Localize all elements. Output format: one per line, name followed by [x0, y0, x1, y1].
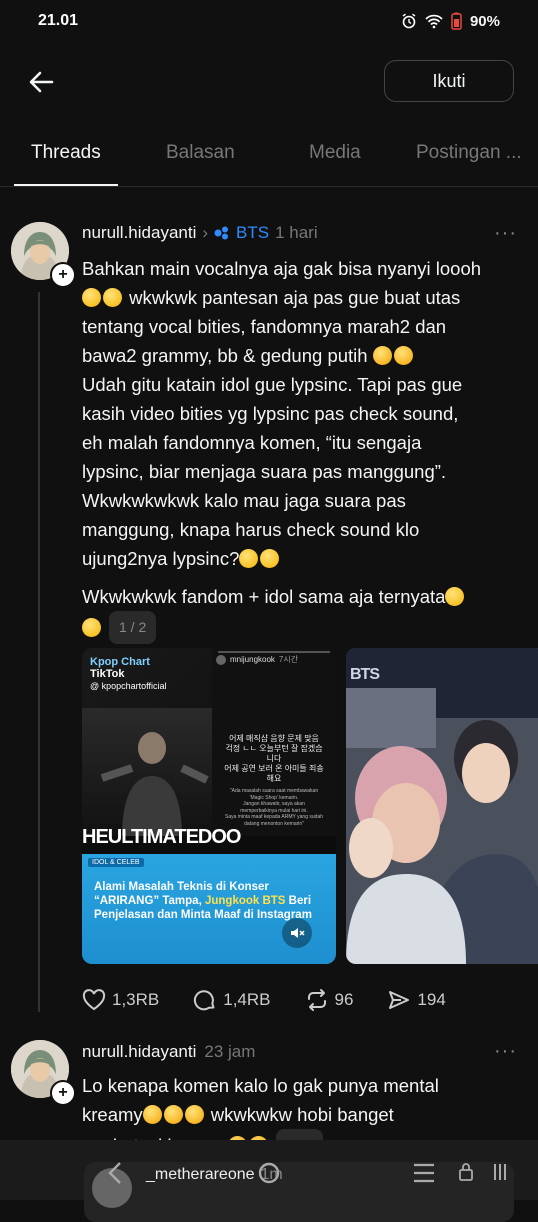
post-header: nurull.hidayanti 23 jam — [82, 1042, 255, 1062]
post-line: Udah gitu katain idol gue lypsinc. Tapi … — [82, 374, 463, 395]
post-line: lypsinc, biar menjaga suara pas manggung… — [82, 461, 447, 482]
post-actions: 1,3RB 1,4RB 96 194 — [82, 988, 446, 1012]
battery-icon — [451, 12, 462, 30]
ig-avatar-icon — [216, 654, 226, 665]
post-username[interactable]: nurull.hidayanti — [82, 1042, 196, 1062]
chevron-right-icon: › — [202, 223, 209, 242]
back-button[interactable] — [26, 66, 58, 98]
post-line: kreamy wkwkwkw hobi banget — [82, 1104, 394, 1125]
tab-threads[interactable]: Threads — [31, 142, 101, 164]
reply-button[interactable]: 1,4RB — [193, 988, 271, 1012]
post-line: Wkwkwkwkwk kalo mau jaga suara pas — [82, 490, 406, 511]
comment-icon — [194, 990, 215, 1011]
news-banner: IDOL & CELEB Alami Masalah Teknis di Kon… — [82, 854, 336, 964]
post-time: 23 jam — [204, 1042, 256, 1061]
news-headline: Alami Masalah Teknis di Konser “ARIRANG”… — [94, 881, 312, 921]
rofl-emoji-icon — [163, 1105, 183, 1124]
mute-icon[interactable] — [282, 918, 312, 948]
alarm-icon — [402, 13, 416, 29]
share-button[interactable]: 194 — [387, 988, 446, 1012]
lock-icon[interactable] — [458, 1162, 474, 1182]
video-still — [82, 708, 212, 836]
post-line: Wkwkwkwk fandom + idol sama aja ternyata — [82, 586, 446, 607]
heart-icon — [82, 989, 106, 1011]
repost-button[interactable]: 96 — [305, 988, 354, 1012]
post-header: nurull.hidayanti › BTS 1 hari — [82, 223, 318, 243]
post-username[interactable]: nurull.hidayanti — [82, 223, 196, 243]
profile-tabs: Threads Balasan Media Postingan ... — [0, 132, 538, 186]
kpop-chart-logo: Kpop Chart — [90, 656, 150, 668]
community-icon — [214, 226, 229, 240]
send-icon — [389, 991, 410, 1009]
rofl-emoji-icon — [184, 1105, 204, 1124]
system-nav — [0, 1154, 538, 1194]
woozy-emoji-icon — [445, 587, 465, 606]
rofl-emoji-icon — [372, 346, 392, 365]
tab-media[interactable]: Media — [309, 142, 361, 164]
poster-text: HEULTIMATEDOO — [82, 826, 241, 848]
follow-button[interactable]: Ikuti — [384, 60, 514, 102]
performer-silhouette — [100, 732, 209, 836]
ig-time: 7시간 — [278, 655, 299, 664]
battery-percent: 90% — [469, 12, 500, 30]
tiktok-label: TikTok — [90, 668, 125, 680]
woozy-emoji-icon — [82, 618, 101, 637]
post-line: kasih video bities yg lypsinc pas check … — [82, 403, 459, 424]
woozy-emoji-icon — [103, 288, 122, 307]
media-thumbnail-1[interactable]: Kpop Chart TikTok @ kpopchartofficial mn… — [82, 648, 336, 964]
thread-connector-line — [38, 292, 40, 1012]
post-line: manggung, knapa harus check sound klo — [82, 519, 420, 540]
community-label[interactable]: BTS — [236, 223, 269, 243]
woozy-emoji-icon — [82, 288, 101, 307]
status-icons: 90% — [401, 12, 500, 30]
post-body: Bahkan main vocalnya aja gak bisa nyanyi… — [82, 254, 522, 573]
ig-username: mnijungkook — [230, 655, 275, 664]
more-options-icon[interactable]: ··· — [494, 1040, 517, 1063]
woozy-emoji-icon — [260, 549, 280, 568]
concert-photo — [346, 648, 538, 964]
nav-recents-icon[interactable] — [412, 1162, 436, 1184]
post-line: wkwkwk pantesan aja pas gue buat utas — [82, 283, 522, 312]
like-count: 1,3RB — [112, 990, 160, 1009]
wifi-icon — [425, 14, 443, 29]
nav-back-icon[interactable] — [104, 1160, 126, 1186]
nav-home-icon[interactable] — [256, 1160, 282, 1186]
repost-count: 96 — [334, 990, 354, 1009]
bts-logo: BTS — [350, 666, 380, 683]
repost-icon — [307, 989, 326, 1011]
ig-translation-text: "Ada masalah suara saat membawakan 'Magi… — [224, 788, 324, 827]
status-time: 21.01 — [38, 12, 79, 29]
more-options-icon[interactable]: ··· — [494, 222, 517, 245]
page-indicator: 1 / 2 — [109, 611, 157, 644]
woozy-emoji-icon — [239, 549, 259, 568]
ig-korean-text: 어제 매직샵 음향 문제 맞음 걱정 ㄴㄴ 오늘부턴 잘 잡겠습 니다 어제 공… — [224, 734, 324, 783]
speaker-muted-icon — [291, 928, 305, 938]
reply-count: 1,4RB — [223, 990, 271, 1009]
rofl-emoji-icon — [393, 346, 413, 365]
follow-plus-icon[interactable]: + — [50, 262, 76, 288]
share-count: 194 — [417, 990, 446, 1009]
rofl-emoji-icon — [142, 1105, 162, 1124]
tab-reposts[interactable]: Postingan ... — [416, 142, 522, 164]
follow-plus-icon[interactable]: + — [50, 1080, 76, 1106]
post-line: tentang vocal bities, fandomnya marah2 d… — [82, 316, 447, 337]
post-line: Lo kenapa komen kalo lo gak punya mental — [82, 1075, 439, 1096]
category-tag: IDOL & CELEB — [88, 858, 144, 867]
media-thumbnail-2[interactable]: BTS — [346, 648, 538, 964]
arrow-left-icon — [29, 71, 54, 93]
post-time: 1 hari — [275, 223, 318, 242]
tiktok-handle: @ kpopchartofficial — [90, 681, 167, 691]
menu-bars-icon[interactable] — [492, 1162, 508, 1182]
tab-replies[interactable]: Balasan — [166, 142, 235, 164]
post-line: Bahkan main vocalnya aja gak bisa nyanyi… — [82, 258, 482, 279]
tabs-divider — [0, 186, 538, 187]
post-line: eh malah fandomnya komen, “itu sengaja — [82, 432, 422, 453]
like-button[interactable]: 1,3RB — [82, 988, 159, 1012]
post-line: bawa2 grammy, bb & gedung putih — [82, 341, 522, 370]
post-line: ujung2nya lypsinc? — [82, 544, 522, 573]
post-body-part2: Wkwkwkwk fandom + idol sama aja ternyata… — [82, 582, 522, 644]
